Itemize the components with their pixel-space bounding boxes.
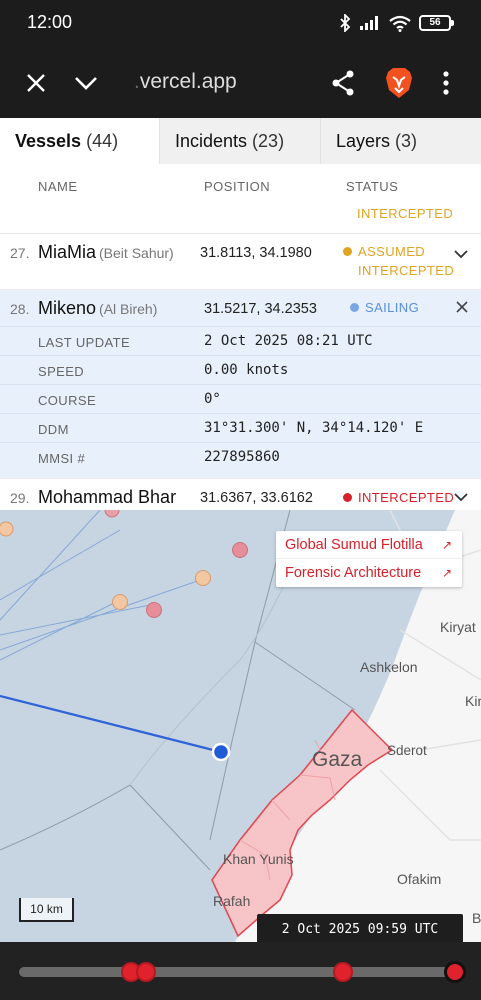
status-dot bbox=[343, 493, 352, 502]
wifi-icon bbox=[389, 15, 411, 32]
vessel-marker[interactable] bbox=[112, 594, 128, 610]
chevron-down-icon[interactable] bbox=[68, 65, 104, 101]
bluetooth-icon bbox=[340, 14, 351, 32]
timeline-track[interactable] bbox=[19, 967, 465, 977]
place-label-rafah: Rafah bbox=[213, 893, 250, 909]
table-header: NAME POSITION STATUS bbox=[0, 164, 481, 202]
status-time: 12:00 bbox=[27, 12, 73, 32]
close-icon[interactable] bbox=[18, 65, 54, 101]
status-bar: 12:00 56 bbox=[0, 0, 481, 48]
status-badge: INTERCEPTED bbox=[343, 488, 454, 507]
vessel-name: Mohammad Bhar bbox=[38, 487, 177, 507]
vessel-marker[interactable] bbox=[146, 602, 162, 618]
battery-icon: 56 bbox=[419, 15, 454, 31]
link-forensic-architecture[interactable]: Forensic Architecture ↗ bbox=[276, 559, 462, 587]
vessel-position: 31.5217, 34.2353 bbox=[204, 301, 317, 317]
detail-row-course: COURSE 0° bbox=[0, 384, 481, 413]
place-label-gaza: Gaza bbox=[312, 748, 363, 771]
more-vert-icon[interactable] bbox=[428, 65, 464, 101]
status-label: INTERCEPTED bbox=[357, 206, 454, 221]
selected-vessel-marker[interactable] bbox=[211, 742, 231, 762]
column-header-position[interactable]: POSITION bbox=[204, 179, 270, 194]
detail-row-mmsi: MMSI # 227895860 bbox=[0, 442, 481, 471]
vessel-position: 31.8113, 34.1980 bbox=[200, 245, 312, 261]
place-label-kiryat: Kiryat bbox=[440, 619, 476, 635]
timeline-playhead[interactable] bbox=[444, 961, 466, 983]
signal-icon bbox=[360, 16, 378, 30]
timeline-event-marker[interactable] bbox=[333, 962, 353, 982]
tab-bar: Vessels (44) Incidents (23) Layers (3) bbox=[0, 118, 481, 164]
row-number: 29. bbox=[10, 490, 30, 506]
detail-row-ddm: DDM 31°31.300' N, 34°14.120' E bbox=[0, 413, 481, 442]
url-field[interactable]: .vercel.app bbox=[134, 70, 237, 94]
vessel-marker[interactable] bbox=[232, 542, 248, 558]
status-badge: SAILING bbox=[350, 298, 419, 317]
share-icon[interactable] bbox=[325, 65, 361, 101]
close-icon[interactable] bbox=[455, 300, 469, 314]
table-row[interactable]: 29. Mohammad Bhar 31.6367, 33.6162 INTER… bbox=[0, 479, 481, 510]
place-label-b: B bbox=[472, 910, 481, 926]
column-header-status[interactable]: STATUS bbox=[346, 179, 398, 194]
status-badge: ASSUMED INTERCEPTED bbox=[343, 242, 454, 280]
table-row[interactable]: 27. MiaMia (Beit Sahur) 31.8113, 34.1980 … bbox=[0, 234, 481, 290]
place-label-ashkelon: Ashkelon bbox=[360, 659, 418, 675]
tab-layers[interactable]: Layers (3) bbox=[321, 118, 481, 164]
status-dot bbox=[350, 303, 359, 312]
vessel-marker[interactable] bbox=[0, 521, 14, 537]
place-label-ofakim: Ofakim bbox=[397, 871, 441, 887]
link-global-sumud-flotilla[interactable]: Global Sumud Flotilla ↗ bbox=[276, 531, 462, 559]
table-row[interactable]: INTERCEPTED bbox=[0, 202, 481, 234]
place-label-kir: Kir bbox=[465, 693, 481, 709]
expand-chevron-icon[interactable] bbox=[453, 246, 469, 262]
tab-incidents[interactable]: Incidents (23) bbox=[160, 118, 321, 164]
map-timestamp: 2 Oct 2025 09:59 UTC bbox=[257, 914, 463, 944]
vessel-position: 31.6367, 33.6162 bbox=[200, 490, 313, 506]
place-label-khan-yunis: Khan Yunis bbox=[223, 851, 294, 867]
vessel-name: MiaMia (Beit Sahur) bbox=[38, 242, 174, 262]
table-row-expanded[interactable]: 28. Mikeno (Al Bireh) 31.5217, 34.2353 SA… bbox=[0, 290, 481, 479]
expand-chevron-icon[interactable] bbox=[453, 489, 469, 505]
detail-row-last-update: LAST UPDATE 2 Oct 2025 08:21 UTC bbox=[0, 326, 481, 355]
column-header-name[interactable]: NAME bbox=[38, 179, 78, 194]
row-number: 27. bbox=[10, 245, 30, 261]
browser-toolbar: .vercel.app bbox=[0, 48, 481, 118]
tab-vessels[interactable]: Vessels (44) bbox=[0, 118, 160, 164]
status-dot bbox=[343, 247, 352, 256]
vessel-marker[interactable] bbox=[195, 570, 211, 586]
row-number: 28. bbox=[10, 301, 30, 317]
timeline-bar bbox=[0, 942, 481, 1000]
brave-lion-icon[interactable] bbox=[381, 65, 417, 101]
map-links-panel: Global Sumud Flotilla ↗ Forensic Archite… bbox=[276, 531, 462, 587]
map-scale-bar: 10 km bbox=[19, 898, 74, 922]
vessel-list[interactable]: INTERCEPTED 27. MiaMia (Beit Sahur) 31.81… bbox=[0, 202, 481, 510]
vessel-name: Mikeno (Al Bireh) bbox=[38, 298, 158, 318]
detail-row-speed: SPEED 0.00 knots bbox=[0, 355, 481, 384]
timeline-event-marker[interactable] bbox=[136, 962, 156, 982]
external-link-icon: ↗ bbox=[441, 537, 452, 552]
external-link-icon: ↗ bbox=[441, 566, 452, 580]
place-label-sderot: Sderot bbox=[387, 743, 427, 758]
